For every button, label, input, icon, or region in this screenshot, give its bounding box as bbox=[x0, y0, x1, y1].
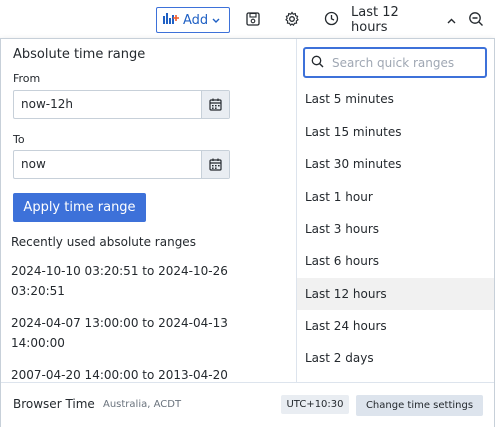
quick-ranges-section: Last 5 minutes Last 15 minutes Last 30 m… bbox=[297, 39, 494, 382]
quick-ranges-search[interactable] bbox=[303, 47, 487, 78]
from-input[interactable]: now-12h bbox=[14, 91, 201, 118]
quick-range-item[interactable]: Last 6 hours bbox=[297, 245, 494, 277]
quick-range-item[interactable]: Last 15 minutes bbox=[297, 116, 494, 148]
time-picker-dropdown: Absolute time range From now-12h To now bbox=[0, 38, 495, 427]
absolute-time-range-section: Absolute time range From now-12h To now bbox=[1, 39, 296, 382]
quick-range-item[interactable]: Last 5 minutes bbox=[297, 83, 494, 115]
recent-range-item[interactable]: 2024-04-07 13:00:00 to 2024-04-13 14:00:… bbox=[11, 313, 251, 353]
to-input[interactable]: now bbox=[14, 151, 201, 178]
absolute-range-title: Absolute time range bbox=[13, 47, 146, 62]
utc-offset-badge: UTC+10:30 bbox=[281, 395, 349, 414]
recent-range-line: 2024-04-07 13:00:00 to 2024-04-13 bbox=[11, 316, 228, 330]
apply-time-range-button[interactable]: Apply time range bbox=[13, 193, 146, 222]
save-icon[interactable] bbox=[244, 10, 262, 28]
recent-range-line: 03:20:51 bbox=[11, 284, 65, 298]
gear-icon[interactable] bbox=[283, 10, 301, 28]
clock-icon bbox=[324, 11, 339, 30]
calendar-icon[interactable] bbox=[201, 91, 229, 118]
dashboard-toolbar: Add Last 12 hours bbox=[0, 0, 495, 38]
change-time-settings-button[interactable]: Change time settings bbox=[356, 395, 483, 416]
quick-range-item[interactable]: Last 1 hour bbox=[297, 181, 494, 213]
recent-ranges-title: Recently used absolute ranges bbox=[11, 235, 196, 249]
from-label: From bbox=[13, 72, 41, 85]
quick-range-item[interactable]: Last 2 days bbox=[297, 342, 494, 374]
from-field[interactable]: now-12h bbox=[13, 90, 230, 119]
chevron-down-icon bbox=[212, 13, 220, 28]
search-input[interactable] bbox=[330, 54, 470, 71]
time-range-label: Last 12 hours bbox=[351, 5, 399, 35]
zoom-out-icon[interactable] bbox=[467, 10, 485, 28]
chevron-up-icon bbox=[447, 13, 456, 28]
quick-range-item[interactable]: Last 3 hours bbox=[297, 213, 494, 245]
browser-time-label: Browser Time bbox=[13, 397, 95, 411]
recent-range-item[interactable]: 2024-10-10 03:20:51 to 2024-10-26 03:20:… bbox=[11, 261, 251, 301]
recent-range-line: 14:00:00 bbox=[11, 336, 65, 350]
timezone-label: Australia, ACDT bbox=[103, 399, 182, 410]
search-icon bbox=[311, 53, 324, 72]
quick-range-item[interactable]: Last 24 hours bbox=[297, 310, 494, 342]
add-button[interactable]: Add bbox=[156, 7, 230, 33]
add-panel-icon bbox=[163, 12, 179, 28]
time-range-picker-button[interactable]: Last 12 hours bbox=[320, 5, 456, 35]
quick-range-item[interactable]: Last 30 minutes bbox=[297, 148, 494, 180]
add-button-label: Add bbox=[183, 12, 209, 28]
calendar-icon[interactable] bbox=[201, 151, 229, 178]
quick-range-item-selected[interactable]: Last 12 hours bbox=[297, 278, 494, 310]
recent-range-line: 2024-10-10 03:20:51 to 2024-10-26 bbox=[11, 264, 228, 278]
time-picker-footer: Browser Time Australia, ACDT UTC+10:30 C… bbox=[1, 382, 494, 427]
to-label: To bbox=[13, 133, 25, 146]
to-field[interactable]: now bbox=[13, 150, 230, 179]
